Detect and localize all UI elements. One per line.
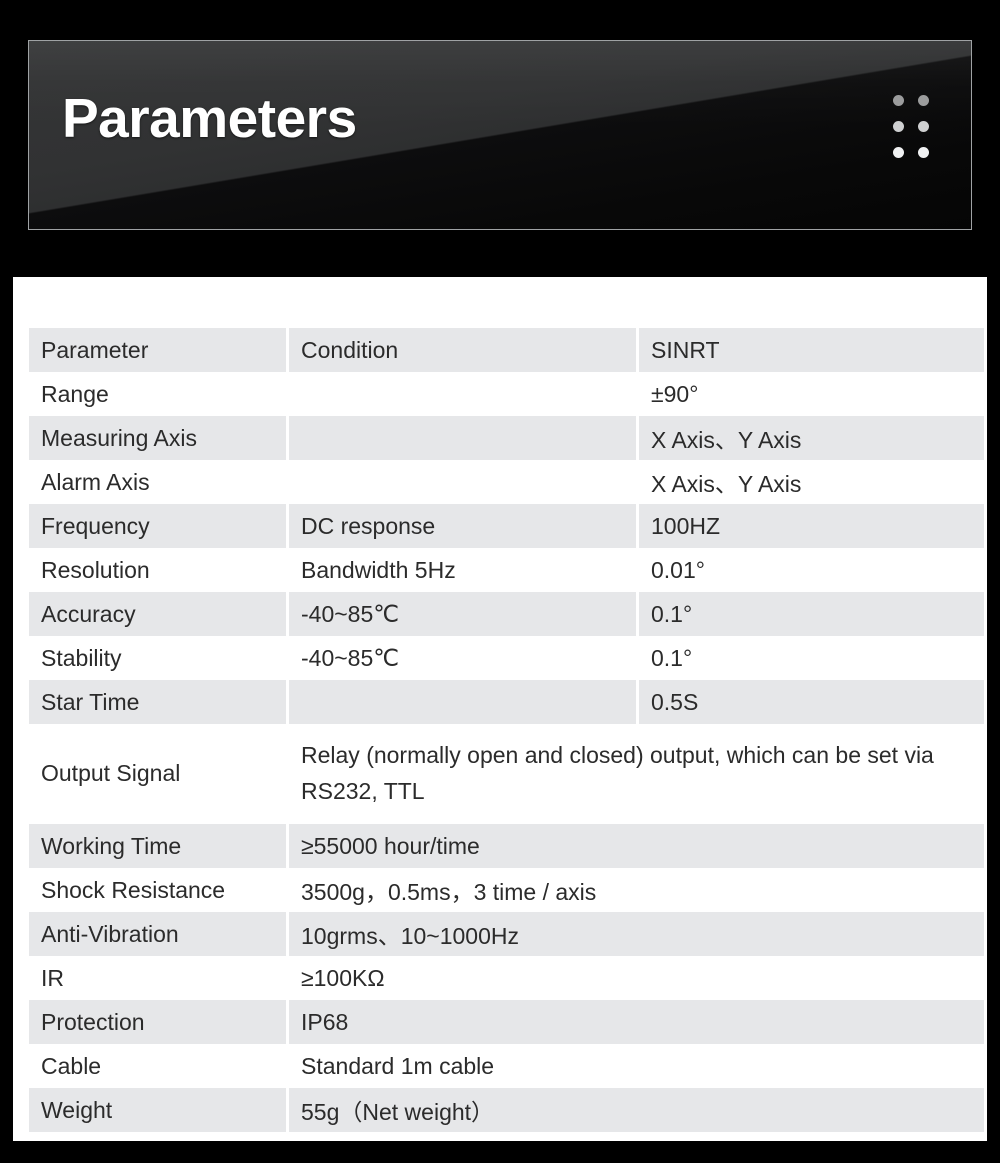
cell-condition: 3500g，0.5ms，3 time / axis — [289, 868, 984, 912]
dot-grid-icon — [893, 95, 929, 158]
table-row: Weight 55g（Net weight） — [29, 1088, 984, 1132]
cell-value: X Axis、Y Axis — [639, 416, 984, 460]
specification-table-body: Parameter Condition SINRT Range ±90° Measurin… — [29, 328, 984, 1132]
cell-value: X Axis、Y Axis — [639, 460, 984, 504]
cell-condition: DC response — [289, 504, 636, 548]
cell-condition: Relay (normally open and closed) output,… — [289, 724, 984, 824]
table-row: Alarm Axis X Axis、Y Axis — [29, 460, 984, 504]
cell-condition — [289, 680, 636, 724]
cell-parameter: Protection — [29, 1000, 286, 1044]
dot-grid-dot — [918, 147, 929, 158]
cell-value: 100HZ — [639, 504, 984, 548]
table-row: Star Time 0.5S — [29, 680, 984, 724]
specification-table: Parameter Condition SINRT Range ±90° Measurin… — [26, 328, 987, 1132]
table-row: Range ±90° — [29, 372, 984, 416]
cell-condition: ≥55000 hour/time — [289, 824, 984, 868]
cell-condition — [289, 416, 636, 460]
cell-condition: Bandwidth 5Hz — [289, 548, 636, 592]
cell-parameter: Output Signal — [29, 724, 286, 824]
cell-parameter: Measuring Axis — [29, 416, 286, 460]
cell-parameter: Star Time — [29, 680, 286, 724]
table-row: Stability -40~85℃ 0.1° — [29, 636, 984, 680]
cell-condition: ≥100KΩ — [289, 956, 984, 1000]
table-header-row: Parameter Condition SINRT — [29, 328, 984, 372]
cell-parameter: Alarm Axis — [29, 460, 286, 504]
page-root: Parameters Parameter Condition SINRT Range ±… — [0, 0, 1000, 1163]
cell-value: 0.1° — [639, 636, 984, 680]
dot-grid-dot — [893, 121, 904, 132]
column-header-condition: Condition — [289, 328, 636, 372]
cell-condition: -40~85℃ — [289, 592, 636, 636]
header-banner: Parameters — [28, 40, 972, 230]
cell-value: 0.1° — [639, 592, 984, 636]
cell-parameter: Accuracy — [29, 592, 286, 636]
table-row: Cable Standard 1m cable — [29, 1044, 984, 1088]
table-row: Accuracy -40~85℃ 0.1° — [29, 592, 984, 636]
cell-parameter: Range — [29, 372, 286, 416]
table-row: Frequency DC response 100HZ — [29, 504, 984, 548]
dot-grid-dot — [918, 121, 929, 132]
cell-condition: -40~85℃ — [289, 636, 636, 680]
cell-condition — [289, 372, 636, 416]
cell-condition: Standard 1m cable — [289, 1044, 984, 1088]
cell-condition: 10grms、10~1000Hz — [289, 912, 984, 956]
dot-grid-dot — [918, 95, 929, 106]
cell-parameter: Cable — [29, 1044, 286, 1088]
cell-value: 0.01° — [639, 548, 984, 592]
table-row: Anti-Vibration 10grms、10~1000Hz — [29, 912, 984, 956]
cell-parameter: Resolution — [29, 548, 286, 592]
table-row: Measuring Axis X Axis、Y Axis — [29, 416, 984, 460]
table-row: Working Time ≥55000 hour/time — [29, 824, 984, 868]
cell-value: 0.5S — [639, 680, 984, 724]
cell-parameter: Frequency — [29, 504, 286, 548]
column-header-value: SINRT — [639, 328, 984, 372]
cell-condition — [289, 460, 636, 504]
column-header-parameter: Parameter — [29, 328, 286, 372]
cell-parameter: IR — [29, 956, 286, 1000]
page-title: Parameters — [62, 87, 357, 149]
dot-grid-dot — [893, 95, 904, 106]
cell-condition: IP68 — [289, 1000, 984, 1044]
table-row: Resolution Bandwidth 5Hz 0.01° — [29, 548, 984, 592]
cell-parameter: Working Time — [29, 824, 286, 868]
content-panel: Parameter Condition SINRT Range ±90° Measurin… — [13, 277, 987, 1141]
cell-parameter: Shock Resistance — [29, 868, 286, 912]
cell-condition: 55g（Net weight） — [289, 1088, 984, 1132]
table-row: Shock Resistance 3500g，0.5ms，3 time / axi… — [29, 868, 984, 912]
cell-parameter: Stability — [29, 636, 286, 680]
table-row: Output Signal Relay (normally open and cl… — [29, 724, 984, 824]
cell-parameter: Weight — [29, 1088, 286, 1132]
table-row: Protection IP68 — [29, 1000, 984, 1044]
cell-value: ±90° — [639, 372, 984, 416]
table-row: IR ≥100KΩ — [29, 956, 984, 1000]
dot-grid-dot — [893, 147, 904, 158]
cell-parameter: Anti-Vibration — [29, 912, 286, 956]
